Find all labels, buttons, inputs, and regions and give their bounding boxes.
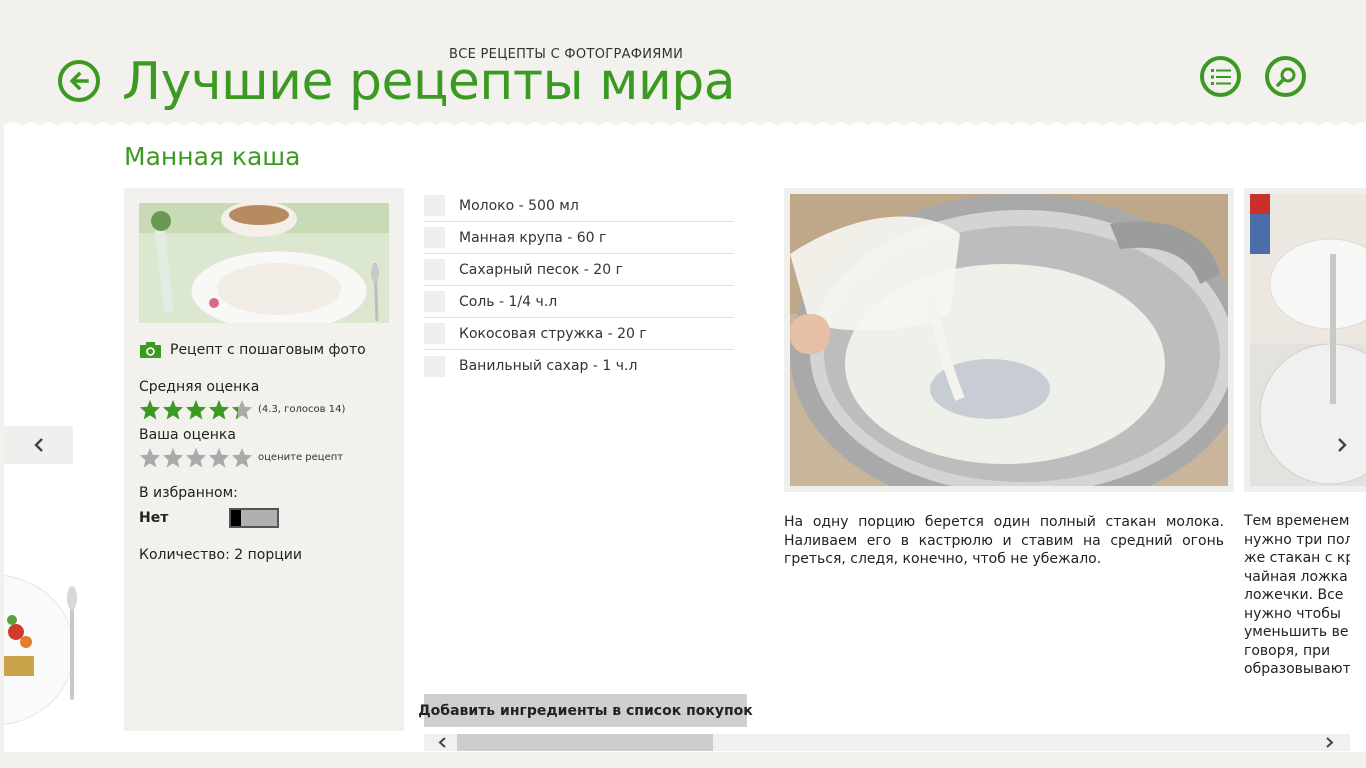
ingredient-label: Молоко - 500 мл	[459, 197, 579, 214]
step-2-line: образовываютс	[1244, 661, 1350, 677]
list-button[interactable]	[1200, 56, 1241, 97]
app-header: ВСЕ РЕЦЕПТЫ С ФОТОГРАФИЯМИ Лучшие рецепт…	[0, 0, 1366, 128]
star-filled-icon	[208, 399, 230, 420]
back-button[interactable]	[58, 60, 100, 102]
avg-rating-label: Средняя оценка	[139, 379, 260, 395]
toggle-knob[interactable]	[231, 510, 241, 526]
ingredient-checkbox[interactable]	[424, 291, 445, 312]
recipe-title: Манная каша	[124, 142, 301, 171]
ingredient-label: Кокосовая стружка - 20 г	[459, 325, 647, 342]
app-title: Лучшие рецепты мира	[122, 52, 736, 112]
chevron-right-icon	[1338, 438, 1347, 452]
chevron-left-icon	[438, 737, 446, 748]
avg-rating-note: (4.3, голосов 14)	[258, 404, 346, 415]
step-2-line: чайная ложка	[1244, 568, 1348, 585]
ingredient-label: Соль - 1/4 ч.л	[459, 293, 558, 310]
search-button[interactable]	[1265, 56, 1306, 97]
chevron-right-icon	[1325, 737, 1333, 748]
recipe-main-photo	[139, 203, 389, 323]
your-rating-note: оцените рецепт	[258, 452, 344, 463]
star-filled-icon	[139, 399, 161, 420]
ingredient-checkbox[interactable]	[424, 195, 445, 216]
step-2-line: уменьшить ве	[1244, 624, 1349, 640]
step-1-text: На одну порцию берется один полный стака…	[784, 514, 1224, 567]
favorite-toggle[interactable]	[229, 508, 279, 528]
favorite-label: В избранном:	[139, 485, 238, 501]
step-2-line: нужно три полн	[1244, 531, 1350, 548]
your-rating-stars[interactable]: оцените рецепт	[139, 447, 343, 468]
star-empty-icon	[231, 447, 253, 468]
quantity-text: Количество: 2 порции	[139, 547, 302, 563]
wavy-divider	[4, 122, 1366, 132]
ingredient-label: Сахарный песок - 20 г	[459, 261, 623, 278]
star-empty-icon	[139, 447, 161, 468]
ingredient-checkbox[interactable]	[424, 355, 445, 377]
ingredient-checkbox[interactable]	[424, 323, 445, 344]
step-photo-frame	[784, 188, 1234, 492]
ingredient-item[interactable]: Кокосовая стружка - 20 г	[424, 318, 734, 350]
camera-icon	[140, 342, 161, 358]
horizontal-scrollbar[interactable]	[424, 734, 1350, 751]
scroll-thumb[interactable]	[457, 734, 713, 751]
step-1-photo	[790, 194, 1228, 486]
step-2-text: Тем временем нужно три полн же стакан с …	[1244, 512, 1350, 682]
ingredient-item[interactable]: Сахарный песок - 20 г	[424, 254, 734, 286]
step-2-line: же стакан с кру	[1244, 550, 1350, 566]
star-empty-icon	[185, 447, 207, 468]
ingredient-item[interactable]: Соль - 1/4 ч.л	[424, 286, 734, 318]
chevron-left-icon	[33, 438, 43, 452]
step-photo-label: Рецепт с пошаговым фото	[170, 342, 366, 358]
previous-recipe-button[interactable]	[4, 426, 73, 464]
star-filled-icon	[162, 399, 184, 420]
ingredient-label: Манная крупа - 60 г	[459, 229, 607, 246]
next-recipe-button[interactable]	[1318, 426, 1366, 464]
scroll-left-button[interactable]	[432, 734, 452, 751]
step-2-line: говоря, при	[1244, 642, 1331, 659]
add-to-shopping-list-button[interactable]: Добавить ингредиенты в список покупок	[418, 694, 753, 727]
search-icon	[1275, 67, 1295, 87]
star-empty-icon	[162, 447, 184, 468]
step-2-line: Тем временем	[1244, 513, 1350, 529]
recipe-info-card: Рецепт с пошаговым фото Средняя оценка (…	[124, 188, 404, 731]
step-2-line: нужно чтобы	[1244, 605, 1341, 622]
ingredients-list: Молоко - 500 мл Манная крупа - 60 г Саха…	[424, 190, 734, 382]
previous-recipe-peek-image	[4, 575, 77, 725]
ingredient-item[interactable]: Ванильный сахар - 1 ч.л	[424, 350, 734, 382]
ingredient-checkbox[interactable]	[424, 259, 445, 280]
ingredient-checkbox[interactable]	[424, 227, 445, 248]
your-rating-label: Ваша оценка	[139, 427, 236, 443]
ingredient-item[interactable]: Манная крупа - 60 г	[424, 222, 734, 254]
step-2-line: ложечки. Все	[1244, 587, 1344, 603]
ingredient-label: Ванильный сахар - 1 ч.л	[459, 358, 638, 374]
ingredient-item[interactable]: Молоко - 500 мл	[424, 190, 734, 222]
star-empty-icon	[208, 447, 230, 468]
scroll-right-button[interactable]	[1319, 734, 1339, 751]
arrow-left-icon	[69, 71, 89, 91]
avg-rating-stars: (4.3, голосов 14)	[139, 399, 345, 420]
step-photo-indicator: Рецепт с пошаговым фото	[139, 341, 366, 359]
list-icon	[1210, 68, 1231, 85]
favorite-value: Нет	[139, 510, 169, 526]
star-filled-icon	[185, 399, 207, 420]
star-partial-icon	[231, 399, 253, 420]
